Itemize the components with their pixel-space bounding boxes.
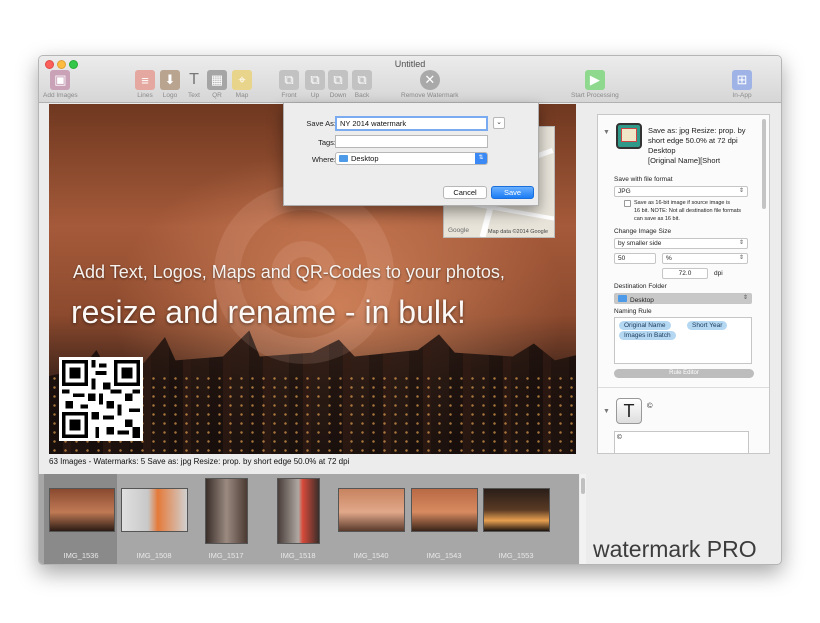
where-label: Where: [311, 155, 336, 164]
down-button[interactable]: ⧉ Down [328, 70, 348, 99]
where-popup[interactable]: Desktop ⇅ [335, 152, 488, 165]
save-settings-icon [616, 123, 642, 149]
thumbnail[interactable] [483, 488, 550, 532]
toolbar: Untitled ▣ Add Images ≡ Lines ⬇ Logo T T… [39, 56, 781, 103]
folder-icon [339, 155, 348, 162]
map-logo: Google [448, 227, 469, 234]
filmstrip-scrollbar[interactable] [580, 474, 586, 564]
text-watermark-summary: © [647, 401, 653, 410]
sixteen-bit-checkbox[interactable] [624, 200, 631, 207]
thumbnail[interactable] [411, 488, 478, 532]
watermark-text-line2[interactable]: resize and rename - in bulk! [71, 294, 466, 331]
save-as-field[interactable]: NY 2014 watermark [335, 116, 488, 131]
status-bar: 63 Images - Watermarks: 5 Save as: jpg R… [49, 457, 350, 466]
thumbnail[interactable] [338, 488, 405, 532]
app-window: Untitled ▣ Add Images ≡ Lines ⬇ Logo T T… [38, 55, 782, 565]
thumbnail-label: IMG_1540 [353, 551, 389, 560]
map-icon: ⌖ [232, 70, 252, 90]
save-as-label: Save As: [306, 119, 336, 128]
summary-line-3: Desktop [648, 146, 676, 155]
naming-token[interactable]: Images in Batch [619, 331, 676, 340]
destination-select[interactable]: Desktop ⇕ [614, 293, 752, 304]
thumbnail-label: IMG_1518 [280, 551, 316, 560]
text-button[interactable]: T Text [184, 70, 204, 99]
folder-icon [618, 295, 627, 302]
thumbnail[interactable] [49, 488, 115, 532]
naming-token[interactable]: Short Year [687, 321, 728, 330]
thumbnail-label: IMG_1553 [498, 551, 534, 560]
naming-rule-box[interactable]: Original Name Short Year Images in Batch [614, 317, 752, 364]
brand-logo: watermark PRO [593, 536, 757, 562]
window-title: Untitled [394, 59, 426, 69]
map-button[interactable]: ⌖ Map [232, 70, 252, 99]
size-value-field[interactable]: 50 [614, 253, 656, 264]
save-button[interactable]: Save [491, 186, 534, 199]
text-watermark-field[interactable]: © [614, 431, 749, 453]
disclosure-triangle-icon[interactable]: ▼ [603, 408, 610, 415]
move-up-icon: ⧉ [305, 70, 325, 90]
filmstrip: IMG_1536 IMG_1508 IMG_1517 IMG_1518 IMG_… [39, 474, 579, 564]
cart-icon: ⊞ [732, 70, 752, 90]
dpi-label: dpi [714, 270, 723, 277]
remove-icon: ✕ [419, 70, 440, 90]
section-divider [598, 387, 769, 388]
thumbnail-label: IMG_1517 [208, 551, 244, 560]
qr-code-watermark[interactable] [59, 357, 143, 441]
front-button[interactable]: ⧉ Front [279, 70, 299, 99]
disclosure-triangle-icon[interactable]: ▼ [603, 129, 610, 136]
move-down-icon: ⧉ [328, 70, 348, 90]
rule-editor-button[interactable]: Rule Editor [614, 369, 754, 378]
text-icon: T [189, 71, 199, 88]
settings-panel: ▼ Save as: jpg Resize: prop. by short ed… [597, 114, 770, 454]
thumbnail[interactable] [205, 478, 248, 544]
start-processing-button[interactable]: ▶ Start Processing [571, 70, 619, 99]
change-size-label: Change Image Size [614, 228, 672, 235]
play-icon: ▶ [584, 70, 605, 90]
thumbnail-label: IMG_1543 [426, 551, 462, 560]
in-app-button[interactable]: ⊞ In-App [732, 70, 752, 99]
logo-icon: ⬇ [160, 70, 180, 90]
thumbnail-label: IMG_1508 [136, 551, 172, 560]
resize-mode-select[interactable]: by smaller side ⇕ [614, 238, 748, 249]
lines-button[interactable]: ≡ Lines [135, 70, 155, 99]
dpi-field[interactable]: 72.0 [662, 268, 708, 279]
up-button[interactable]: ⧉ Up [305, 70, 325, 99]
watermark-text-line1[interactable]: Add Text, Logos, Maps and QR-Codes to yo… [73, 262, 505, 283]
tags-field[interactable] [335, 135, 488, 148]
text-watermark-icon: T [616, 398, 642, 424]
send-back-icon: ⧉ [352, 70, 372, 90]
file-format-select[interactable]: JPG ⇕ [614, 186, 748, 197]
summary-line-1: Save as: jpg Resize: prop. by [648, 126, 746, 135]
naming-rule-label: Naming Rule [614, 308, 652, 315]
back-button[interactable]: ⧉ Back [352, 70, 372, 99]
panel-scrollbar[interactable] [762, 119, 766, 209]
destination-label: Destination Folder [614, 283, 667, 290]
thumbnail[interactable] [121, 488, 188, 532]
size-unit-select[interactable]: % ⇕ [662, 253, 748, 264]
thumbnail-label: IMG_1536 [63, 551, 99, 560]
popup-arrows-icon: ⇅ [475, 153, 487, 164]
naming-token[interactable]: Original Name [619, 321, 671, 330]
remove-watermark-button[interactable]: ✕ Remove Watermark [401, 70, 459, 99]
add-images-button[interactable]: ▣ Add Images [43, 70, 78, 99]
map-attribution: Map data ©2014 Google [488, 229, 549, 235]
save-dialog: Save As: NY 2014 watermark ⌄ Tags: Where… [283, 103, 539, 206]
expand-dialog-button[interactable]: ⌄ [493, 117, 505, 129]
logo-button[interactable]: ⬇ Logo [160, 70, 180, 99]
qr-icon: ▦ [207, 70, 227, 90]
qr-button[interactable]: ▦ QR [207, 70, 227, 99]
bring-front-icon: ⧉ [279, 70, 299, 90]
lines-icon: ≡ [135, 70, 155, 90]
add-images-icon: ▣ [50, 70, 71, 90]
summary-line-2: short edge 50.0% at 72 dpi [648, 136, 738, 145]
summary-line-4: [Original Name][Short [648, 156, 721, 165]
cancel-button[interactable]: Cancel [443, 186, 487, 199]
thumbnail[interactable] [277, 478, 320, 544]
save-format-label: Save with file format [614, 176, 673, 183]
tags-label: Tags: [318, 138, 336, 147]
